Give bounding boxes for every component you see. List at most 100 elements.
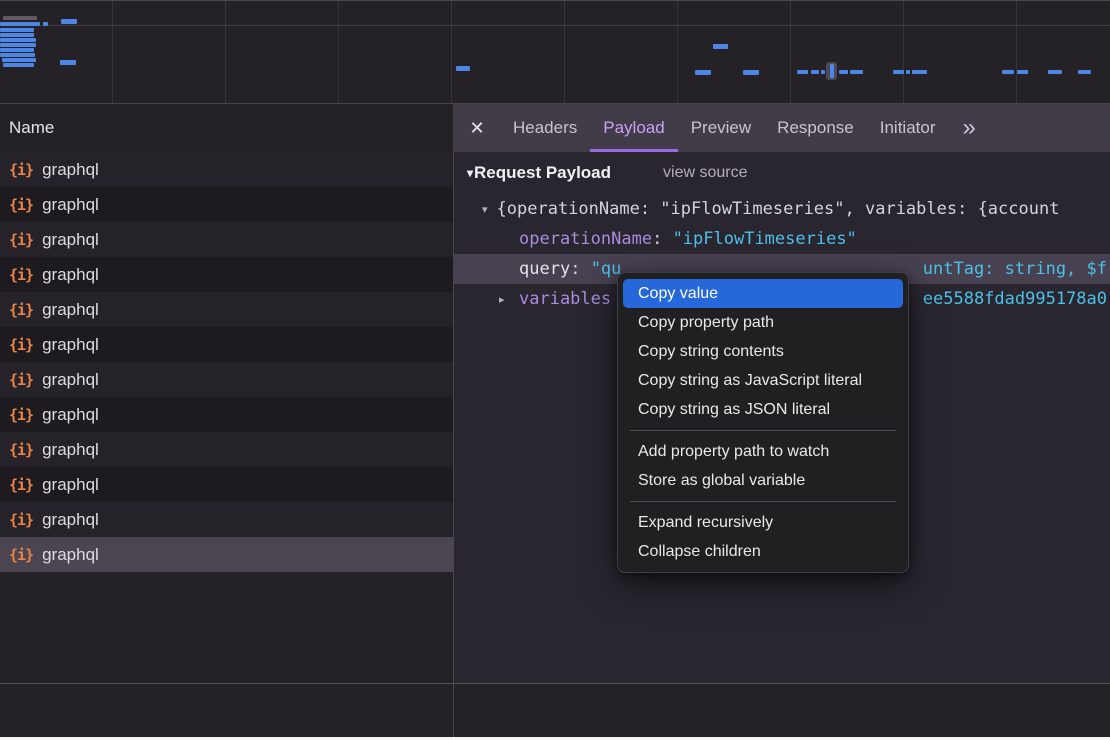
tab-payload[interactable]: Payload xyxy=(590,104,677,152)
property-key: query xyxy=(519,259,570,279)
menu-item-add-property-path-to-watch[interactable]: Add property path to watch xyxy=(618,437,908,466)
name-column-label: Name xyxy=(9,118,54,138)
request-row[interactable]: {i} graphql xyxy=(0,187,453,222)
overview-request-bar xyxy=(61,19,77,24)
overview-request-bar xyxy=(1078,70,1091,74)
request-name: graphql xyxy=(42,265,99,285)
overview-request-bar xyxy=(906,70,910,74)
menu-item-copy-property-path[interactable]: Copy property path xyxy=(618,308,908,337)
overview-request-bar xyxy=(0,28,34,32)
request-name: graphql xyxy=(42,160,99,180)
request-row[interactable]: {i} graphql xyxy=(0,292,453,327)
overview-request-bar xyxy=(0,43,36,47)
request-name: graphql xyxy=(42,475,99,495)
overview-request-bar xyxy=(3,63,34,67)
triangle-down-icon: ▾ xyxy=(467,166,473,180)
menu-item-expand-recursively[interactable]: Expand recursively xyxy=(618,508,908,537)
operation-name-row[interactable]: operationName: "ipFlowTimeseries" xyxy=(454,224,1110,254)
property-key: variables xyxy=(519,289,611,309)
menu-item-copy-string-js-literal[interactable]: Copy string as JavaScript literal xyxy=(618,366,908,395)
property-value-right: ee5588fdad995178a0 xyxy=(923,284,1107,314)
json-braces-icon: {i} xyxy=(9,511,33,529)
json-braces-icon: {i} xyxy=(9,371,33,389)
overview-request-bar xyxy=(839,70,848,74)
request-row[interactable]: {i}graphql xyxy=(0,362,453,397)
overview-request-bar xyxy=(0,53,35,57)
tab-preview[interactable]: Preview xyxy=(678,104,764,152)
name-column-header[interactable]: Name xyxy=(0,104,453,152)
request-name: graphql xyxy=(42,195,99,215)
json-braces-icon: {i} xyxy=(9,441,33,459)
overview-request-bar xyxy=(713,44,728,49)
json-braces-icon: {i} xyxy=(9,266,33,284)
tab-initiator[interactable]: Initiator xyxy=(867,104,949,152)
overview-request-bar xyxy=(821,70,825,74)
request-row[interactable]: {i} graphql xyxy=(0,432,453,467)
close-icon: ✕ xyxy=(469,118,484,139)
menu-separator xyxy=(630,501,896,502)
property-key: operationName xyxy=(519,229,652,249)
json-braces-icon: {i} xyxy=(9,336,33,354)
menu-item-store-as-global-variable[interactable]: Store as global variable xyxy=(618,466,908,495)
menu-item-collapse-children[interactable]: Collapse children xyxy=(618,537,908,566)
property-value: "ipFlowTimeseries" xyxy=(673,229,857,249)
request-payload-section-toggle[interactable]: ▾ Request Payload xyxy=(467,163,611,183)
overview-request-bar xyxy=(1048,70,1062,74)
chevron-double-right-icon: » xyxy=(962,114,975,142)
menu-item-copy-string-contents[interactable]: Copy string contents xyxy=(618,337,908,366)
request-row[interactable]: {i} graphql xyxy=(0,502,453,537)
triangle-down-icon: ▾ xyxy=(482,203,488,216)
json-braces-icon: {i} xyxy=(9,161,33,179)
request-list: {i} graphql {i} graphql {i} graphql {i} grap… xyxy=(0,152,453,572)
payload-root-row[interactable]: ▾ {operationName: "ipFlowTimeseries", va… xyxy=(454,194,1110,224)
overview-request-bar xyxy=(811,70,819,74)
payload-header: ▾ Request Payload view source xyxy=(454,152,1110,194)
overview-request-bar xyxy=(0,22,40,26)
json-braces-icon: {i} xyxy=(9,301,33,319)
summary-bar xyxy=(0,683,1110,737)
devtools-network-panel: Name ✕ Headers Payload Preview Response … xyxy=(0,0,1110,740)
request-name: graphql xyxy=(42,510,99,530)
overview-request-bar xyxy=(893,70,904,74)
request-name: graphql xyxy=(42,300,99,320)
request-row[interactable]: {i} graphql xyxy=(0,257,453,292)
request-name: graphql xyxy=(42,545,99,565)
request-name: graphql xyxy=(42,335,99,355)
network-overview[interactable] xyxy=(0,0,1110,104)
payload-preview-text: {operationName: "ipFlowTimeseries", vari… xyxy=(497,199,1060,219)
request-name: graphql xyxy=(42,440,99,460)
request-row[interactable]: {i}graphql xyxy=(0,222,453,257)
overview-request-bar xyxy=(60,60,76,65)
menu-item-copy-value[interactable]: Copy value xyxy=(623,279,903,308)
detail-tabbar: ✕ Headers Payload Preview Response Initi… xyxy=(454,104,1110,152)
json-braces-icon: {i} xyxy=(9,476,33,494)
overview-request-bar xyxy=(743,70,759,75)
overview-request-bar xyxy=(830,64,834,78)
request-row[interactable]: {i} graphql xyxy=(0,327,453,362)
request-name: graphql xyxy=(42,230,99,250)
tab-response[interactable]: Response xyxy=(764,104,867,152)
request-row[interactable]: {i}graphql xyxy=(0,397,453,432)
overview-request-bar xyxy=(0,38,36,42)
overview-gridline xyxy=(0,25,1110,26)
json-braces-icon: {i} xyxy=(9,196,33,214)
overview-request-bar xyxy=(1002,70,1014,74)
context-menu: Copy value Copy property path Copy strin… xyxy=(617,272,909,573)
request-row-selected[interactable]: {i} graphql xyxy=(0,537,453,572)
tab-headers[interactable]: Headers xyxy=(500,104,590,152)
json-braces-icon: {i} xyxy=(9,406,33,424)
menu-separator xyxy=(630,430,896,431)
request-row[interactable]: {i} graphql xyxy=(0,152,453,187)
overview-request-bar xyxy=(912,70,927,74)
overview-request-bar xyxy=(3,16,37,20)
tab-overflow-button[interactable]: » xyxy=(950,104,987,152)
request-row[interactable]: {i} graphql xyxy=(0,467,453,502)
overview-request-bar xyxy=(797,70,808,74)
view-source-link[interactable]: view source xyxy=(663,164,747,182)
request-payload-title: Request Payload xyxy=(474,163,611,183)
menu-item-copy-string-json-literal[interactable]: Copy string as JSON literal xyxy=(618,395,908,424)
panel-divider[interactable] xyxy=(453,104,454,737)
overview-request-bar xyxy=(0,48,34,52)
close-button[interactable]: ✕ xyxy=(454,104,500,152)
json-braces-icon: {i} xyxy=(9,546,33,564)
